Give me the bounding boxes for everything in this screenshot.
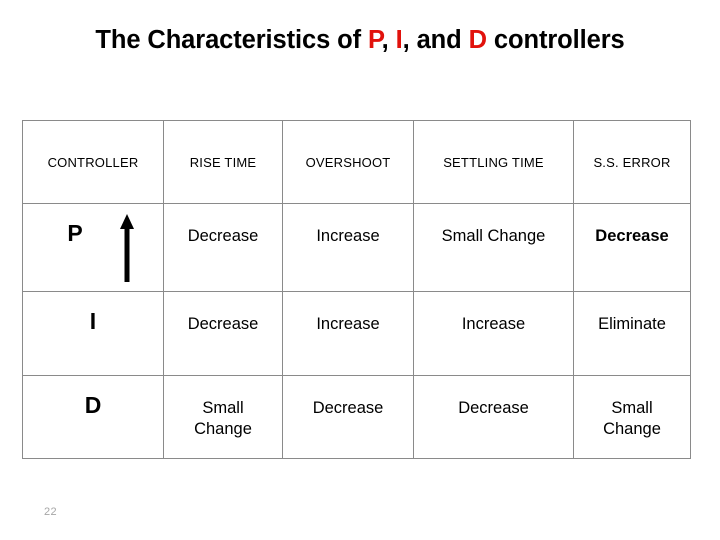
title-separator-1: ,	[381, 26, 396, 54]
controller-characteristics-table: CONTROLLER RISE TIME OVERSHOOT SETTLING …	[22, 120, 691, 459]
cell-rise-time: Small Change	[163, 375, 283, 459]
cell-overshoot: Increase	[282, 291, 414, 376]
controller-label: I	[89, 308, 97, 334]
cell-ss-error: Eliminate	[573, 291, 691, 376]
column-header-controller: CONTROLLER	[22, 120, 164, 204]
cell-ss-error: Small Change	[573, 375, 691, 459]
title-suffix: controllers	[486, 26, 625, 54]
cell-rise-time: Decrease	[163, 203, 283, 292]
table-header-row: CONTROLLER RISE TIME OVERSHOOT SETTLING …	[22, 120, 691, 204]
cell-settling-time: Decrease	[413, 375, 574, 459]
table-row: D Small Change Decrease Decrease Small Cha…	[22, 375, 691, 459]
title-prefix: The Characteristics of	[95, 26, 368, 54]
controller-label: D	[84, 392, 102, 418]
page-number: 22	[44, 506, 58, 518]
title-letter-p: P	[368, 26, 382, 54]
arrow-up-icon	[118, 214, 136, 282]
column-header-overshoot: OVERSHOOT	[282, 120, 414, 204]
controller-label: P	[67, 220, 83, 246]
cell-ss-error: Decrease	[573, 203, 691, 292]
cell-controller-i: I	[22, 291, 164, 376]
cell-settling-time: Small Change	[413, 203, 574, 292]
cell-controller-d: D	[22, 375, 164, 459]
cell-overshoot: Decrease	[282, 375, 414, 459]
cell-controller-p: P	[22, 203, 164, 292]
title-letter-i: I	[395, 26, 403, 54]
cell-rise-time: Decrease	[163, 291, 283, 376]
table-row: P Decrease Increase Small Change Decreas…	[22, 203, 691, 292]
title-separator-2: , and	[402, 26, 469, 54]
page-title: The Characteristics of P, I, and D contr…	[0, 26, 720, 55]
column-header-settling-time: SETTLING TIME	[413, 120, 574, 204]
table-row: I Decrease Increase Increase Eliminate	[22, 291, 691, 376]
column-header-ss-error: S.S. ERROR	[573, 120, 691, 204]
cell-settling-time: Increase	[413, 291, 574, 376]
cell-overshoot: Increase	[282, 203, 414, 292]
column-header-rise-time: RISE TIME	[163, 120, 283, 204]
title-letter-d: D	[468, 26, 487, 54]
